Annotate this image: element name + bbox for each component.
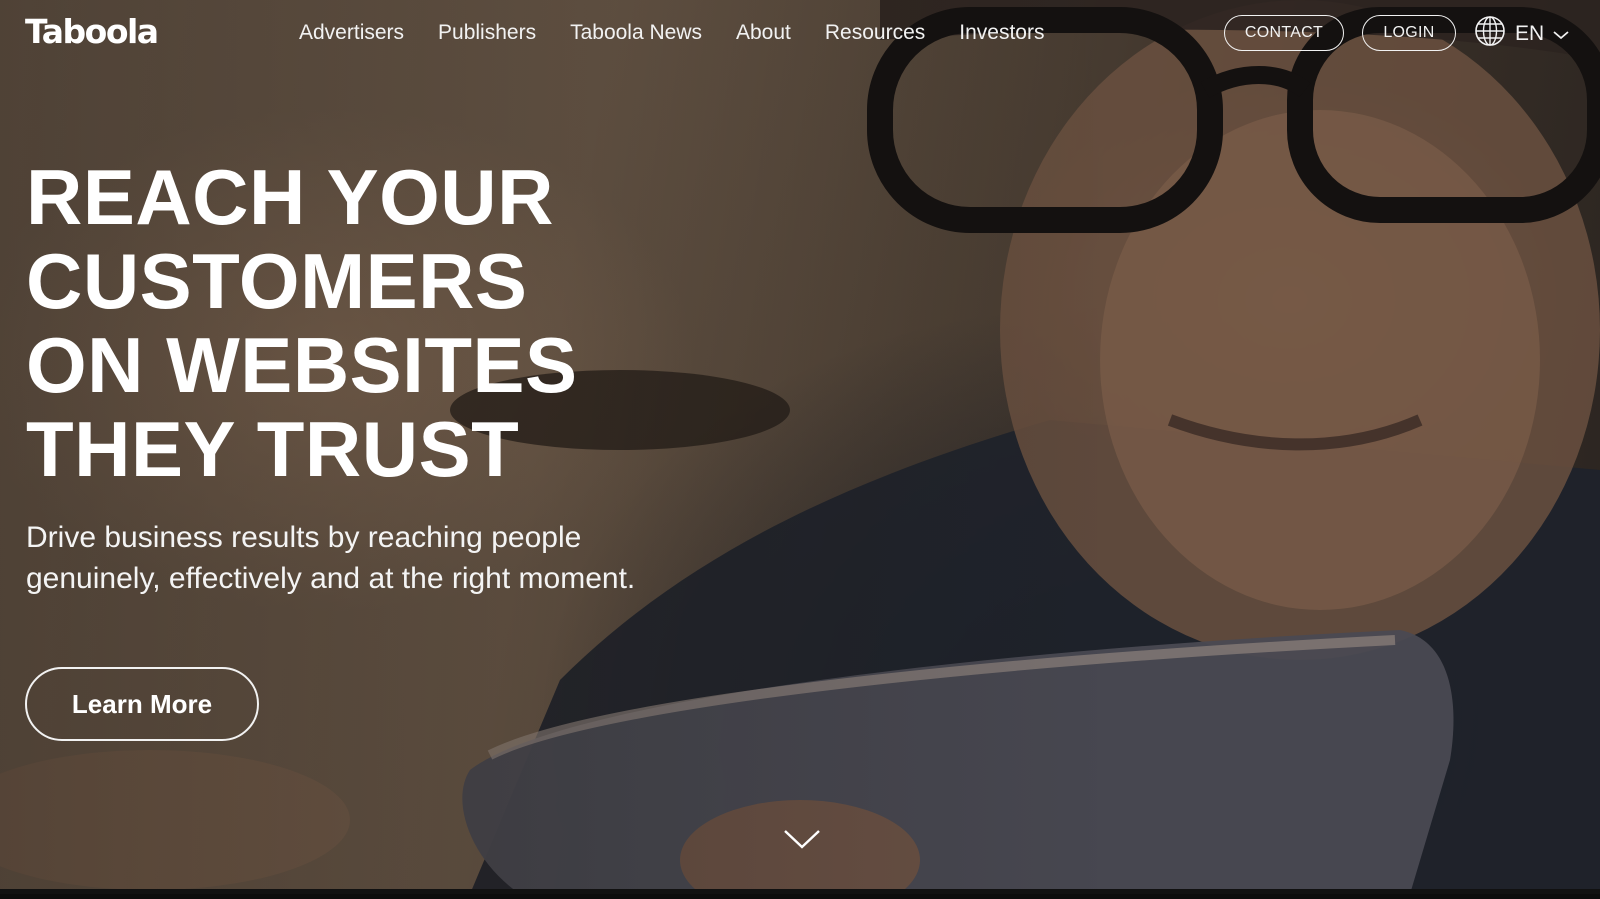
chevron-down-icon xyxy=(1553,22,1569,46)
main-nav: Advertisers Publishers Taboola News Abou… xyxy=(299,19,1078,47)
chevron-down-icon xyxy=(782,830,822,856)
bottom-strip xyxy=(0,889,1600,894)
hero-headline: REACH YOUR CUSTOMERS ON WEBSITES THEY TR… xyxy=(26,155,726,491)
globe-icon xyxy=(1474,15,1506,53)
contact-button[interactable]: CONTACT xyxy=(1224,15,1344,51)
login-button[interactable]: LOGIN xyxy=(1362,15,1456,51)
learn-more-button[interactable]: Learn More xyxy=(25,667,259,741)
hero-subtext: Drive business results by reaching peopl… xyxy=(26,517,726,599)
headline-line: ON WEBSITES xyxy=(26,321,578,409)
scroll-down-button[interactable] xyxy=(782,826,822,852)
headline-line: THEY TRUST xyxy=(26,405,520,493)
nav-item-about[interactable]: About xyxy=(736,19,791,47)
site-header: Taboola Advertisers Publishers Taboola N… xyxy=(0,0,1600,70)
headline-line: CUSTOMERS xyxy=(26,237,528,325)
nav-item-publishers[interactable]: Publishers xyxy=(438,19,536,47)
subtext-line: Drive business results by reaching peopl… xyxy=(26,521,582,554)
nav-item-investors[interactable]: Investors xyxy=(959,19,1044,47)
headline-line: REACH YOUR xyxy=(26,153,554,241)
nav-item-taboola-news[interactable]: Taboola News xyxy=(570,19,702,47)
language-selector[interactable]: EN xyxy=(1474,15,1569,53)
subtext-line: genuinely, effectively and at the right … xyxy=(26,562,636,595)
language-label: EN xyxy=(1515,22,1545,45)
nav-item-resources[interactable]: Resources xyxy=(825,19,925,47)
taboola-logo[interactable]: Taboola xyxy=(25,12,159,52)
hero-section: Taboola Advertisers Publishers Taboola N… xyxy=(0,0,1600,894)
nav-item-advertisers[interactable]: Advertisers xyxy=(299,19,404,47)
